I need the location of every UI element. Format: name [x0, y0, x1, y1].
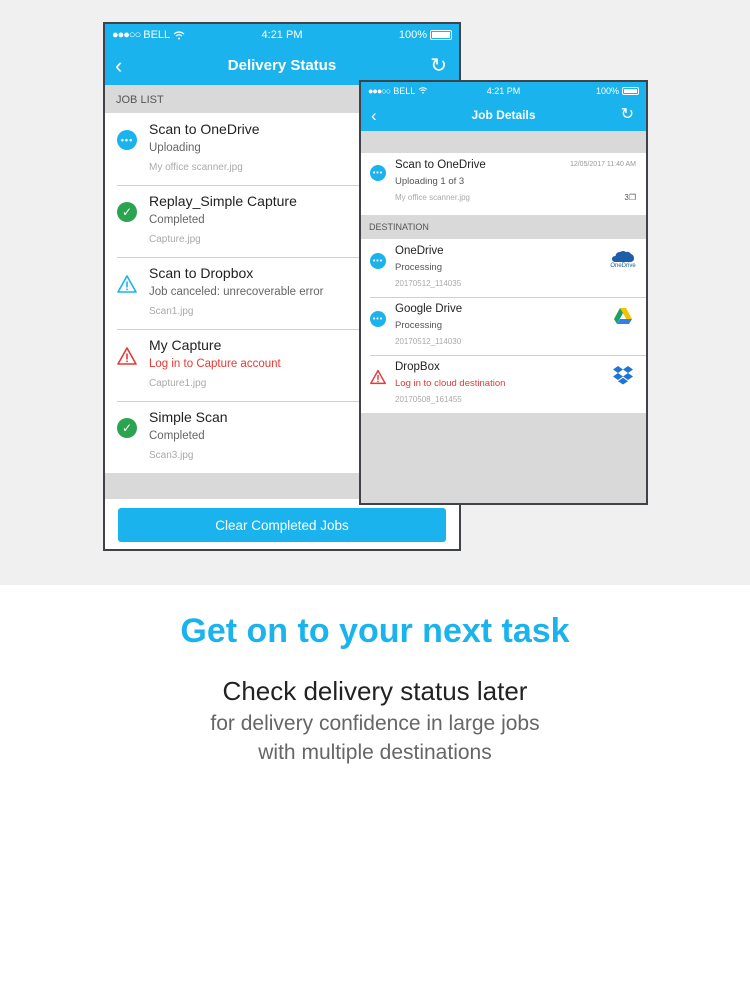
app-bar: ●●●○○ BELL 4:21 PM 100% ‹ Job Details ↻	[361, 82, 646, 131]
description-line: for delivery confidence in large jobs	[210, 712, 540, 735]
destination-id: 20170512_114035	[395, 279, 462, 288]
job-file: Scan3.jpg	[149, 450, 194, 461]
job-title: My Capture	[149, 337, 222, 353]
section-spacer	[361, 131, 646, 153]
destination-item[interactable]: ••• OneDrive Processing 20170512_114035 …	[361, 239, 646, 297]
job-detail-row: ••• Scan to OneDrive Uploading 1 of 3 My…	[361, 153, 646, 215]
job-title: Scan to Dropbox	[149, 265, 254, 281]
job-title: Simple Scan	[149, 409, 228, 425]
destination-item[interactable]: DropBox Log in to cloud destination 2017…	[361, 355, 646, 413]
clear-completed-jobs-button[interactable]: Clear Completed Jobs	[118, 508, 446, 542]
destination-id: 20170512_114030	[395, 337, 462, 346]
battery-icon	[622, 86, 639, 95]
status-bar: ●●●○○ BELL 4:21 PM 100%	[361, 82, 646, 99]
battery-percent: 100%	[398, 29, 427, 41]
dropbox-logo	[610, 365, 636, 387]
destination-name: OneDrive	[395, 245, 444, 257]
job-status: Completed	[149, 430, 205, 442]
destination-status: Processing	[395, 320, 442, 331]
chevron-left-icon[interactable]: ‹	[115, 54, 122, 77]
google-drive-logo	[610, 307, 636, 329]
check-icon: ✓	[117, 418, 137, 438]
footer: Clear Completed Jobs	[105, 499, 459, 549]
headline: Get on to your next task	[180, 612, 570, 650]
page-title: Delivery Status	[227, 57, 337, 74]
nav-bar: ‹ Job Details ↻	[361, 99, 646, 131]
page-count: 3❐	[624, 193, 636, 202]
section-header: DESTINATION	[361, 215, 646, 239]
error-icon	[370, 369, 386, 385]
onedrive-logo: OneDrive	[610, 249, 636, 271]
job-timestamp: 12/05/2017 11:40 AM	[569, 161, 636, 168]
refresh-icon[interactable]: ↻	[430, 56, 447, 76]
job-file: My office scanner.jpg	[395, 193, 471, 202]
destination-name: DropBox	[395, 361, 440, 373]
description: for delivery confidence in large jobs wi…	[0, 709, 750, 767]
status-bar: ●●●○○ BELL 4:21 PM 100%	[105, 24, 459, 46]
battery-percent: 100%	[595, 85, 619, 96]
page-title: Job Details	[471, 108, 536, 122]
destination-status: Processing	[395, 262, 442, 273]
app-bar: ●●●○○ BELL 4:21 PM 100% ‹ Delivery Statu…	[105, 24, 459, 85]
job-file: Scan1.jpg	[149, 306, 194, 317]
subheadline: Check delivery status later	[222, 676, 528, 706]
description-line: with multiple destinations	[258, 741, 492, 764]
in-progress-icon: •••	[370, 165, 386, 181]
battery-icon	[430, 30, 452, 40]
in-progress-icon: •••	[370, 311, 386, 327]
in-progress-icon: •••	[370, 253, 386, 269]
job-file: My office scanner.jpg	[149, 162, 243, 173]
job-title: Replay_Simple Capture	[149, 193, 297, 209]
job-title: Scan to OneDrive	[395, 159, 486, 171]
refresh-icon[interactable]: ↻	[621, 107, 634, 123]
pages-icon: ❐	[628, 193, 636, 202]
destination-id: 20170508_161455	[395, 395, 462, 404]
job-status[interactable]: Log in to Capture account	[149, 358, 281, 370]
job-status: Job canceled: unrecoverable error	[149, 286, 324, 298]
destination-item[interactable]: ••• Google Drive Processing 20170512_114…	[361, 297, 646, 355]
job-status: Uploading 1 of 3	[395, 176, 465, 187]
error-icon	[117, 347, 137, 365]
warning-icon	[117, 275, 137, 293]
destination-name: Google Drive	[395, 303, 463, 315]
job-status: Uploading	[149, 142, 201, 154]
in-progress-icon: •••	[117, 130, 137, 150]
chevron-left-icon[interactable]: ‹	[371, 107, 377, 124]
check-icon: ✓	[117, 202, 137, 222]
destination-status[interactable]: Log in to cloud destination	[395, 378, 505, 389]
job-file: Capture.jpg	[149, 234, 201, 245]
job-title: Scan to OneDrive	[149, 121, 260, 137]
job-file: Capture1.jpg	[149, 378, 207, 389]
job-details-screen: ●●●○○ BELL 4:21 PM 100% ‹ Job Details ↻ …	[359, 80, 648, 505]
job-status: Completed	[149, 214, 205, 226]
